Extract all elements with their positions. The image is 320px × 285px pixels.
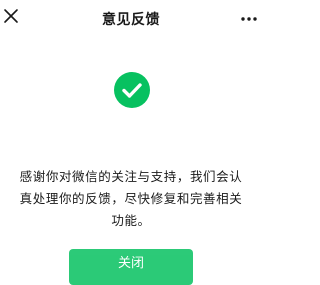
- check-circle-icon: [114, 72, 150, 108]
- feedback-message: 感谢你对微信的关注与支持，我们会认真处理你的反馈，尽快修复和完善相关功能。: [19, 169, 243, 228]
- more-button[interactable]: [240, 10, 258, 22]
- top-bar: 意见反馈: [0, 0, 262, 38]
- more-icon: [241, 17, 257, 21]
- close-feedback-button[interactable]: 关闭: [69, 249, 193, 285]
- page-title: 意见反馈: [102, 12, 160, 28]
